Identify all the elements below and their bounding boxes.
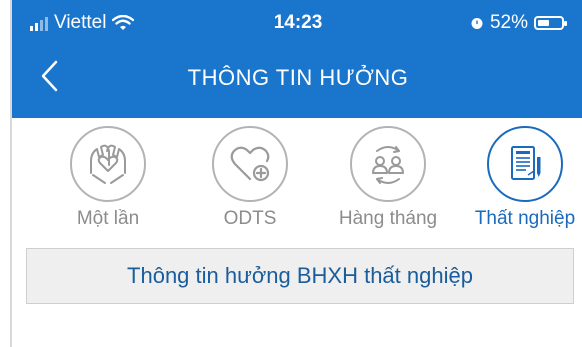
hands-heart-icon <box>90 144 126 184</box>
tab-icon-circle <box>70 126 146 202</box>
tab-odts[interactable]: ODTS <box>185 118 315 246</box>
status-bar: Viettel 14:23 52% <box>12 0 582 44</box>
battery-level <box>538 20 549 26</box>
app-screen: Viettel 14:23 52% THÔNG TIN HƯỞNG Một lầ… <box>10 0 582 347</box>
tab-icon-circle <box>350 126 426 202</box>
tab-that-nghiep[interactable]: Thất nghiệp <box>460 118 582 246</box>
info-banner-text: Thông tin hưởng BHXH thất nghiệp <box>127 263 473 288</box>
tab-hang-thang[interactable]: Hàng tháng <box>323 118 453 246</box>
status-right: 52% <box>470 12 567 34</box>
document-pen-icon <box>511 146 541 180</box>
tab-icon-circle <box>487 126 563 202</box>
battery-icon <box>534 16 567 30</box>
battery-percent: 52% <box>489 12 528 33</box>
info-banner[interactable]: Thông tin hưởng BHXH thất nghiệp <box>26 248 574 304</box>
benefit-tabs: Một lần ODTS Hàng tháng Thất nghiệp <box>12 118 582 246</box>
tab-label: Thất nghiệp <box>474 208 576 229</box>
people-cycle-icon <box>372 146 404 184</box>
tab-mot-lan[interactable]: Một lần <box>43 118 173 246</box>
page-title: THÔNG TIN HƯỞNG <box>187 65 409 90</box>
nav-bar: THÔNG TIN HƯỞNG <box>12 44 582 118</box>
heart-plus-icon <box>230 146 270 182</box>
tab-icon-circle <box>212 126 288 202</box>
alarm-icon <box>471 18 483 29</box>
